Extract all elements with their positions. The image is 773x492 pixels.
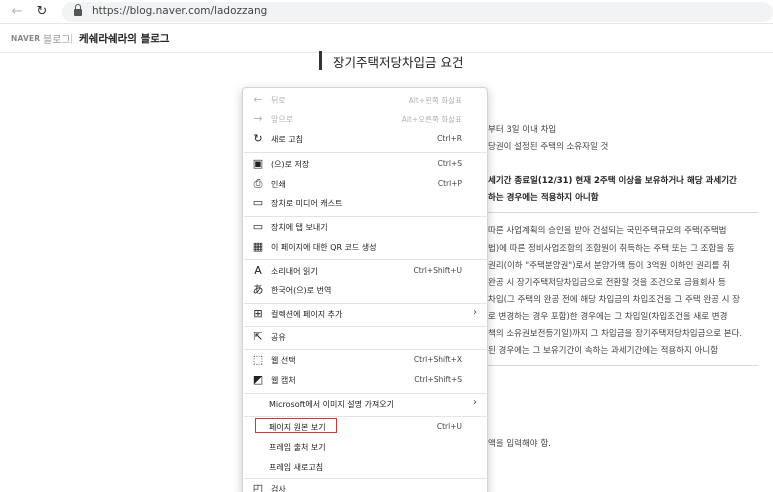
article-line: 차입(그 주택의 완공 전에 해당 차입금의 차입조건을 그 주택 완공 시 장 xyxy=(488,295,740,305)
article-line: 따른 사업계획의 승인을 받아 건설되는 국민주택규모의 주택(주택법 xyxy=(488,226,727,236)
collections-icon: ⊞ xyxy=(253,307,263,320)
menu-item-shortcut: Alt+오른쪽 화살표 xyxy=(401,115,462,124)
send-to-device-icon: ▭ xyxy=(252,220,264,233)
refresh-icon[interactable]: ↻ xyxy=(33,3,51,21)
menu-item-label: 검사 xyxy=(271,485,286,492)
menu-item-add-to-collections[interactable]: ⊞ 컬렉션에 페이지 추가 › xyxy=(243,303,487,325)
menu-item-refresh[interactable]: ↻ 새로 고침 Ctrl+R xyxy=(243,128,487,150)
chevron-right-icon: › xyxy=(473,397,477,408)
article-line: 부터 3일 이내 차입 xyxy=(488,125,557,135)
menu-item-label: 공유 xyxy=(271,333,286,342)
menu-item-label: 컬렉션에 페이지 추가 xyxy=(271,310,343,319)
lock-icon[interactable] xyxy=(74,4,82,16)
menu-item-label: 웹 캡처 xyxy=(271,376,296,385)
url-text: https://blog.naver.com/ladozzang xyxy=(92,5,268,17)
menu-item-forward[interactable]: → 앞으로 Alt+오른쪽 화살표 xyxy=(243,108,487,130)
article-line: 권리(이하 "주택분양권")로서 분양가액 등이 3억원 이하인 권리를 취 xyxy=(488,261,731,271)
translate-icon: あ xyxy=(252,283,264,296)
share-icon: ⇱ xyxy=(253,330,263,343)
refresh-icon: ↻ xyxy=(253,132,263,145)
menu-item-label: 이 페이지에 대한 QR 코드 생성 xyxy=(271,243,377,252)
menu-item-label: 장치에 탭 보내기 xyxy=(271,223,328,232)
title-accent-bar xyxy=(319,51,322,70)
article-line: 로 변경하는 경우 포함)한 경우에는 그 차입일(차입조건을 새로 변경 xyxy=(488,312,728,322)
back-arrow-icon[interactable]: ← xyxy=(8,3,26,21)
menu-item-send-to-device[interactable]: ▭ 장치에 탭 보내기 xyxy=(243,216,487,238)
menu-item-inspect[interactable]: ◰ 검사 xyxy=(243,478,487,492)
menu-item-share[interactable]: ⇱ 공유 xyxy=(243,326,487,348)
article-line: 책의 소유권보전등기일)까지 그 차입금을 장기주택저당차입금으로 본다. xyxy=(488,329,743,339)
header-divider xyxy=(71,34,72,44)
menu-item-label: 한국어(으)로 번역 xyxy=(271,286,332,295)
inspect-icon: ◰ xyxy=(252,482,264,492)
menu-item-shortcut: Ctrl+R xyxy=(437,134,462,143)
article-line: 세기간 종료일(12/31) 현재 2주택 이상을 보유하거나 해당 과세기간 xyxy=(488,176,737,186)
naver-logo[interactable]: NAVER xyxy=(11,34,40,43)
menu-item-view-frame-source[interactable]: 프레임 출처 보기 xyxy=(243,436,487,458)
blog-word[interactable]: 블로그 xyxy=(43,31,71,46)
article-line: 된 경우에는 그 보유기간이 속하는 과세기간에는 적용하지 아니함 xyxy=(488,346,719,356)
menu-item-shortcut: Ctrl+Shift+S xyxy=(414,375,462,384)
menu-item-save-as[interactable]: ▣ (으)로 저장 Ctrl+S xyxy=(243,153,487,175)
address-bar[interactable]: https://blog.naver.com/ladozzang xyxy=(62,2,773,22)
web-select-icon: ⬚ xyxy=(252,353,264,366)
article-line: 당권이 설정된 주택의 소유자일 것 xyxy=(488,142,609,152)
back-arrow-icon: ← xyxy=(253,93,263,106)
menu-item-translate[interactable]: あ 한국어(으)로 번역 xyxy=(243,279,487,301)
article-line: 액을 입력해야 함. xyxy=(488,439,551,449)
menu-item-shortcut: Ctrl+Shift+X xyxy=(413,355,462,364)
post-title: 장기주택저당차입금 요건 xyxy=(333,55,464,70)
menu-item-label: 웹 선택 xyxy=(271,356,296,365)
blog-header: NAVER 블로그 케쉐라쉐라의 블로그 xyxy=(0,25,773,53)
menu-item-web-select[interactable]: ⬚ 웹 선택 Ctrl+Shift+X xyxy=(243,349,487,371)
menu-item-label: 소리내어 읽기 xyxy=(271,267,318,276)
article-divider xyxy=(488,212,758,213)
menu-item-shortcut: Ctrl+Shift+U xyxy=(413,266,462,275)
menu-item-label: 뒤로 xyxy=(271,96,286,105)
blog-name[interactable]: 케쉐라쉐라의 블로그 xyxy=(79,31,170,46)
forward-arrow-icon: → xyxy=(253,112,263,125)
menu-item-shortcut: Ctrl+P xyxy=(437,179,462,188)
save-as-icon: ▣ xyxy=(252,157,264,170)
menu-item-shortcut: Ctrl+U xyxy=(436,422,462,431)
menu-item-label: 인쇄 xyxy=(271,180,286,189)
article-line: 하는 경우에는 적용하지 아니함 xyxy=(488,193,599,203)
menu-item-cast[interactable]: ▭ 장치로 미디어 캐스트 xyxy=(243,192,487,214)
qr-code-icon: ▦ xyxy=(252,240,264,253)
menu-item-label: 앞으로 xyxy=(271,115,294,124)
menu-item-label: 프레임 새로고침 xyxy=(269,463,324,472)
menu-item-label: 장치로 미디어 캐스트 xyxy=(271,199,343,208)
highlight-box xyxy=(255,418,337,433)
print-icon: ⎙ xyxy=(253,177,263,190)
web-capture-icon: ◩ xyxy=(252,373,264,386)
browser-toolbar: ← ↻ https://blog.naver.com/ladozzang xyxy=(0,0,773,24)
article-line: 법)에 따른 정비사업조합의 조합원이 취득하는 주택 또는 그 조합을 동 xyxy=(488,244,735,254)
menu-item-label: (으)로 저장 xyxy=(271,160,310,169)
article-divider xyxy=(488,365,758,366)
menu-item-shortcut: Alt+왼쪽 화살표 xyxy=(408,96,462,105)
cast-icon: ▭ xyxy=(252,196,264,209)
read-aloud-icon: A xyxy=(254,264,262,277)
menu-item-qr-code[interactable]: ▦ 이 페이지에 대한 QR 코드 생성 xyxy=(243,236,487,258)
menu-item-label: 프레임 출처 보기 xyxy=(269,443,326,452)
menu-item-web-capture[interactable]: ◩ 웹 캡처 Ctrl+Shift+S xyxy=(243,369,487,391)
menu-item-label: 새로 고침 xyxy=(271,135,303,144)
chevron-right-icon: › xyxy=(473,307,477,318)
menu-item-reload-frame[interactable]: 프레임 새로고침 xyxy=(243,456,487,478)
menu-item-image-descriptions[interactable]: Microsoft에서 이미지 설명 가져오기 › xyxy=(243,393,487,415)
article-line: 완공 시 장기주택저당차입금으로 전환할 것을 조건으로 금융회사 등 xyxy=(488,278,726,288)
menu-item-label: Microsoft에서 이미지 설명 가져오기 xyxy=(269,400,394,409)
menu-item-shortcut: Ctrl+S xyxy=(437,159,462,168)
